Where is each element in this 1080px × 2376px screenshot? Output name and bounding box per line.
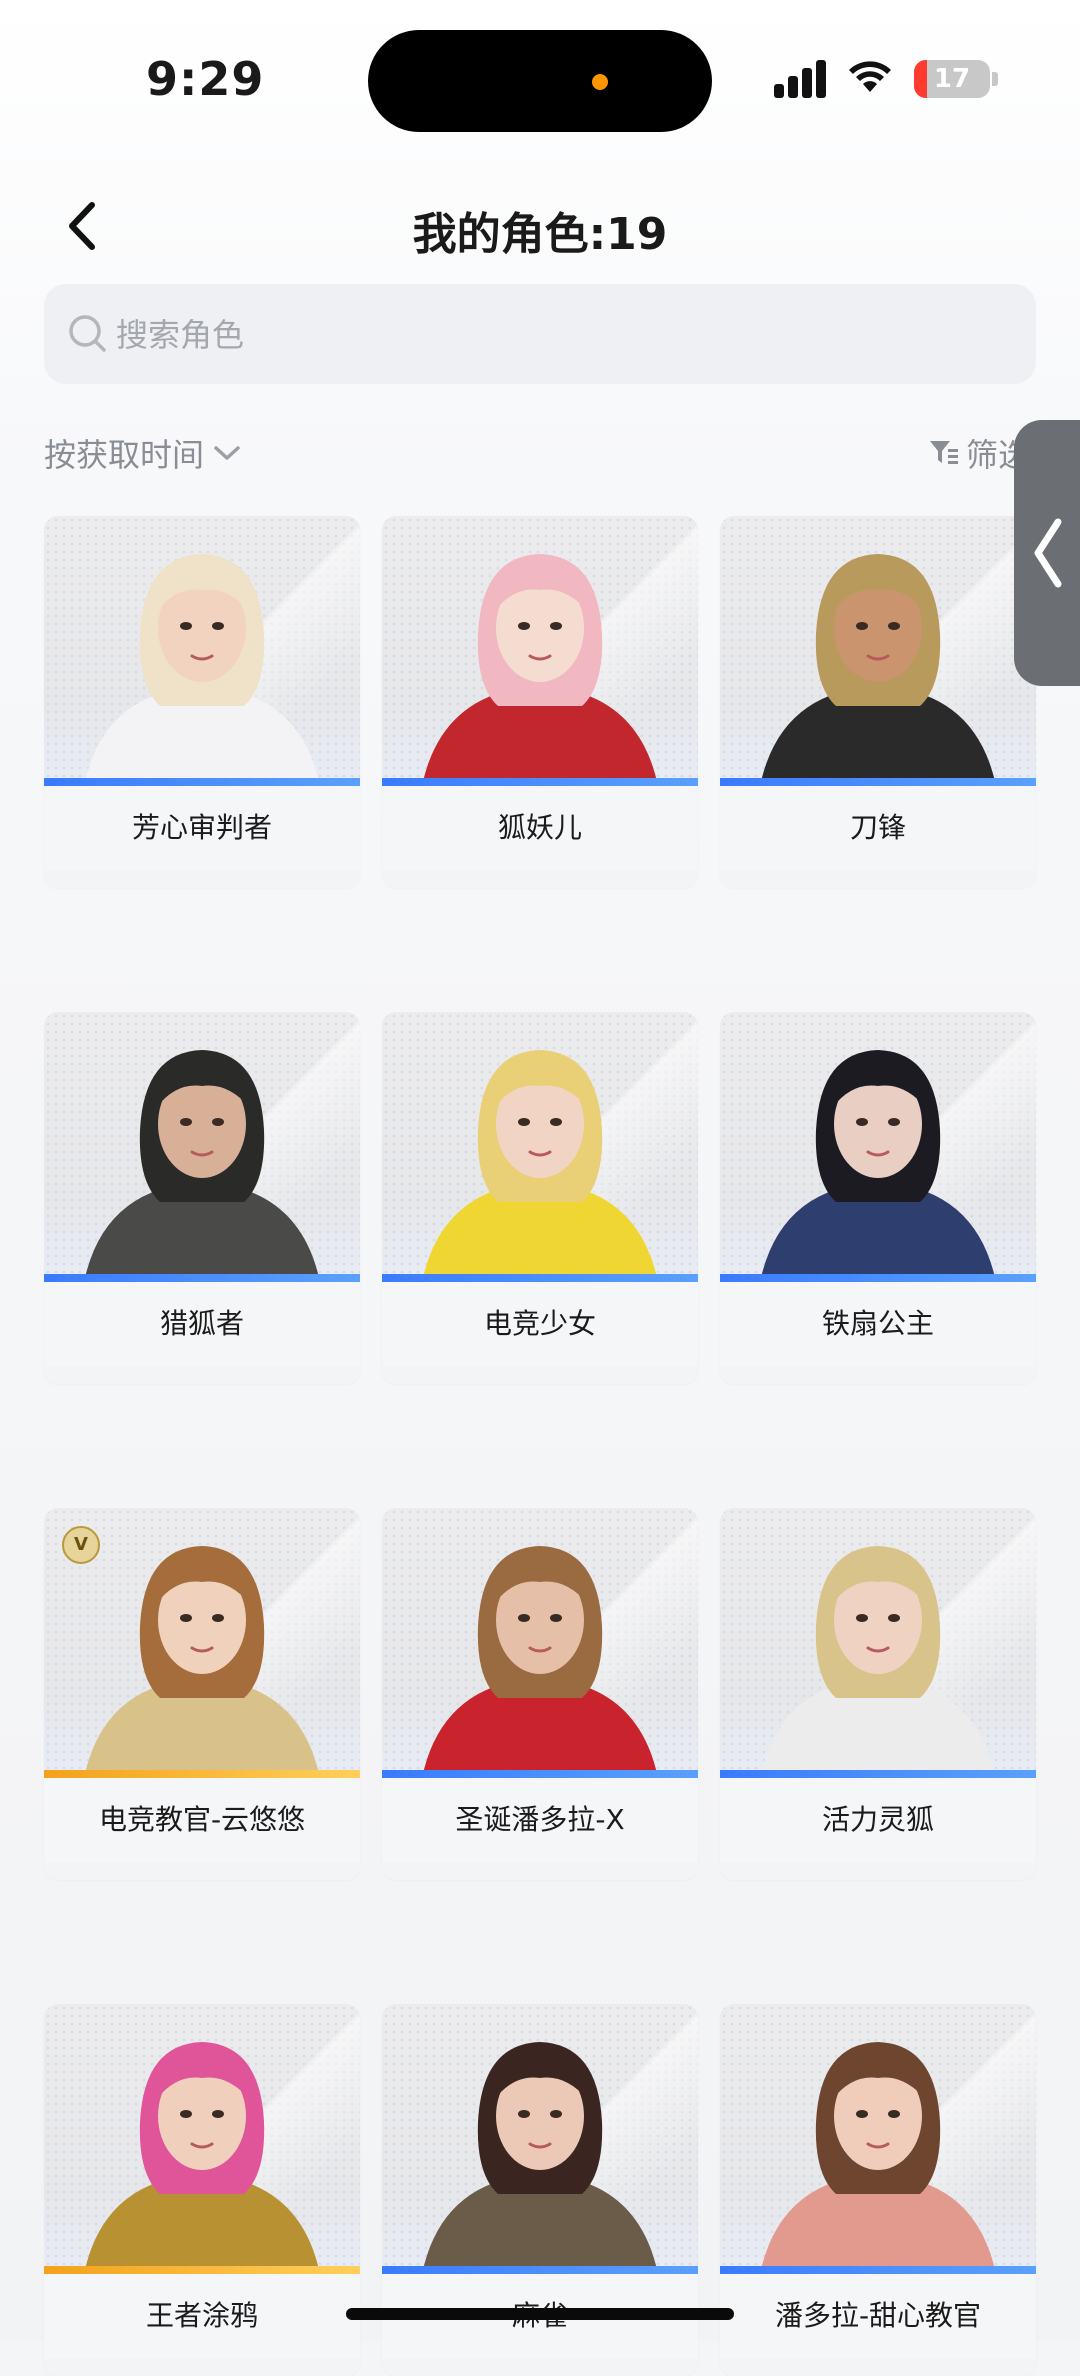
character-portrait bbox=[44, 2004, 360, 2274]
character-card[interactable]: 潘多拉-甜心教官 bbox=[720, 2004, 1036, 2376]
character-name: 活力灵狐 bbox=[720, 1778, 1036, 1862]
character-figure bbox=[84, 1050, 320, 1282]
character-card[interactable]: 圣诞潘多拉-X bbox=[382, 1508, 698, 1880]
character-name: 猎狐者 bbox=[44, 1282, 360, 1366]
character-card[interactable]: 铁扇公主 bbox=[720, 1012, 1036, 1384]
character-card[interactable]: 狐妖儿 bbox=[382, 516, 698, 888]
character-portrait bbox=[382, 1012, 698, 1282]
character-name: 王者涂鸦 bbox=[44, 2274, 360, 2358]
character-portrait bbox=[720, 516, 1036, 786]
character-card[interactable]: 刀锋 bbox=[720, 516, 1036, 888]
character-name: 铁扇公主 bbox=[720, 1282, 1036, 1366]
character-card[interactable]: V 电竞教官-云悠悠 bbox=[44, 1508, 360, 1880]
character-figure bbox=[84, 554, 320, 786]
rarity-bar bbox=[720, 1770, 1036, 1778]
rarity-bar bbox=[382, 778, 698, 786]
character-portrait bbox=[720, 1508, 1036, 1778]
rarity-bar bbox=[382, 1274, 698, 1282]
rarity-bar bbox=[44, 2266, 360, 2274]
character-figure bbox=[84, 2042, 320, 2274]
character-grid: 芳心审判者 狐妖儿 刀锋猎狐者 电竞少女 铁扇公主 V 电竞教官-云悠悠 圣诞潘多拉-X 活力灵… bbox=[0, 0, 1080, 2376]
character-name: 电竞教官-云悠悠 bbox=[44, 1778, 360, 1862]
character-figure bbox=[422, 2042, 658, 2274]
home-indicator bbox=[346, 2308, 734, 2320]
rarity-bar bbox=[720, 778, 1036, 786]
character-name: 电竞少女 bbox=[382, 1282, 698, 1366]
character-card[interactable]: 活力灵狐 bbox=[720, 1508, 1036, 1880]
collapse-chevron-icon bbox=[1034, 518, 1062, 588]
character-card[interactable]: 王者涂鸦 bbox=[44, 2004, 360, 2376]
character-portrait bbox=[44, 516, 360, 786]
character-name: 刀锋 bbox=[720, 786, 1036, 870]
character-card[interactable]: 电竞少女 bbox=[382, 1012, 698, 1384]
character-name: 芳心审判者 bbox=[44, 786, 360, 870]
rarity-bar bbox=[44, 1770, 360, 1778]
character-figure bbox=[760, 2042, 996, 2274]
rarity-bar bbox=[382, 2266, 698, 2274]
character-portrait bbox=[382, 516, 698, 786]
character-name: 圣诞潘多拉-X bbox=[382, 1778, 698, 1862]
rarity-bar bbox=[382, 1770, 698, 1778]
character-figure bbox=[760, 1546, 996, 1778]
character-name: 潘多拉-甜心教官 bbox=[720, 2274, 1036, 2358]
vip-badge-icon: V bbox=[62, 1526, 100, 1564]
character-figure bbox=[422, 554, 658, 786]
character-card[interactable]: 猎狐者 bbox=[44, 1012, 360, 1384]
rarity-bar bbox=[720, 2266, 1036, 2274]
rarity-bar bbox=[720, 1274, 1036, 1282]
character-figure bbox=[422, 1050, 658, 1282]
rarity-bar bbox=[44, 778, 360, 786]
character-portrait bbox=[382, 1508, 698, 1778]
rarity-bar bbox=[44, 1274, 360, 1282]
character-portrait bbox=[720, 1012, 1036, 1282]
character-portrait bbox=[382, 2004, 698, 2274]
character-portrait bbox=[44, 1012, 360, 1282]
side-panel-toggle[interactable] bbox=[1014, 420, 1080, 686]
character-figure bbox=[760, 1050, 996, 1282]
character-name: 狐妖儿 bbox=[382, 786, 698, 870]
character-figure bbox=[422, 1546, 658, 1778]
character-portrait bbox=[720, 2004, 1036, 2274]
character-card[interactable]: 麻雀 bbox=[382, 2004, 698, 2376]
character-figure bbox=[760, 554, 996, 786]
character-card[interactable]: 芳心审判者 bbox=[44, 516, 360, 888]
